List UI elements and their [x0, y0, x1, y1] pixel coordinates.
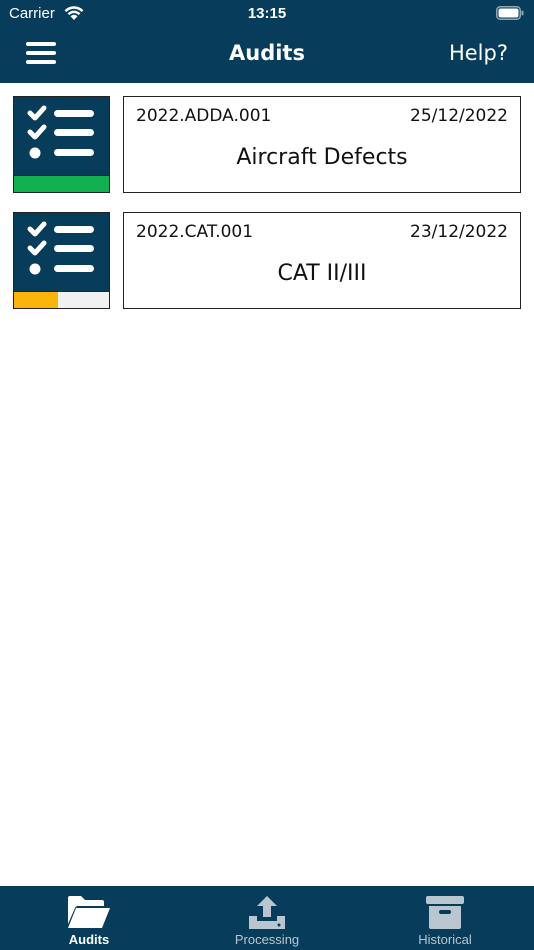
tab-audits[interactable]: Audits: [0, 886, 178, 950]
clock: 13:15: [247, 5, 287, 22]
navigation-bar: Audits Help?: [0, 28, 534, 83]
bottom-tab-bar: Audits Processing Historical: [0, 886, 534, 950]
archive-box-icon: [426, 896, 464, 929]
status-bar: Carrier 13:15: [0, 0, 534, 28]
audit-card[interactable]: 2022.ADDA.001 25/12/2022 Aircraft Defect…: [123, 96, 521, 193]
audit-progress-bar: [14, 175, 109, 192]
audit-progress-fill: [14, 292, 58, 308]
audit-date: 23/12/2022: [410, 222, 508, 242]
tab-label: Audits: [68, 932, 110, 947]
audit-progress-bar: [14, 291, 109, 308]
audit-thumbnail: [13, 96, 110, 193]
audit-date: 25/12/2022: [410, 106, 508, 126]
audit-code: 2022.CAT.001: [136, 222, 254, 242]
tab-label: Processing: [234, 932, 300, 947]
audit-name: Aircraft Defects: [236, 145, 408, 170]
audit-progress-fill: [14, 176, 109, 192]
checklist-icon: [27, 221, 94, 275]
audit-code: 2022.ADDA.001: [136, 106, 272, 126]
audit-list-item[interactable]: 2022.ADDA.001 25/12/2022 Aircraft Defect…: [13, 96, 521, 193]
tab-processing[interactable]: Processing: [178, 886, 356, 950]
tab-historical[interactable]: Historical: [356, 886, 534, 950]
folder-open-icon: [68, 896, 110, 928]
help-button[interactable]: Help?: [449, 41, 508, 65]
tab-label: Historical: [418, 932, 472, 947]
checklist-icon: [27, 105, 94, 159]
audit-thumbnail: [13, 212, 110, 309]
audit-card[interactable]: 2022.CAT.001 23/12/2022 CAT II/III: [123, 212, 521, 309]
app-header: Carrier 13:15 Audits Help?: [0, 0, 534, 83]
battery-icon: [496, 6, 524, 20]
upload-tray-icon: [249, 896, 285, 929]
audit-list-item[interactable]: 2022.CAT.001 23/12/2022 CAT II/III: [13, 212, 521, 309]
audit-name: CAT II/III: [277, 261, 367, 286]
